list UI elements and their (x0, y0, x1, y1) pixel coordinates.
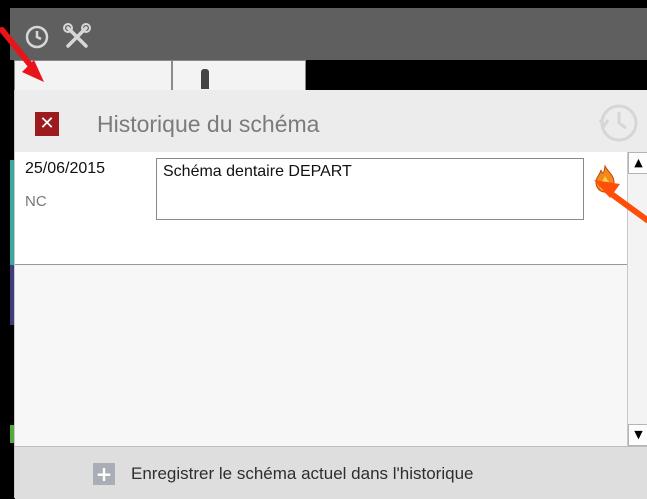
scroll-down-button[interactable]: ▼ (628, 424, 647, 446)
history-clock-icon[interactable] (594, 98, 644, 148)
entry-date: 25/06/2015 (25, 160, 106, 177)
page-title: Historique du schéma (97, 111, 320, 137)
close-button[interactable]: ✕ (35, 112, 59, 136)
add-icon[interactable]: + (93, 463, 115, 485)
panel-header: ✕ Historique du schéma (15, 90, 647, 153)
tab-secondary[interactable] (172, 60, 306, 91)
annotation-arrow-top-left (0, 27, 44, 82)
history-entry-row[interactable]: 25/06/2015 NC Schéma dentaire DEPART (15, 152, 627, 265)
panel-footer: + Enregistrer le schéma actuel dans l'hi… (15, 446, 647, 499)
entry-status: NC (25, 193, 47, 210)
close-x-icon: ✕ (39, 113, 55, 134)
history-panel: ✕ Historique du schéma 25/06/2015 NC Sch… (14, 90, 647, 499)
toolbar (10, 8, 647, 60)
annotation-arrow-right (594, 180, 647, 223)
entry-description-field[interactable]: Schéma dentaire DEPART (156, 158, 584, 220)
save-to-history-button[interactable]: Enregistrer le schéma actuel dans l'hist… (131, 464, 473, 484)
tab-secondary-glyph (201, 69, 209, 89)
